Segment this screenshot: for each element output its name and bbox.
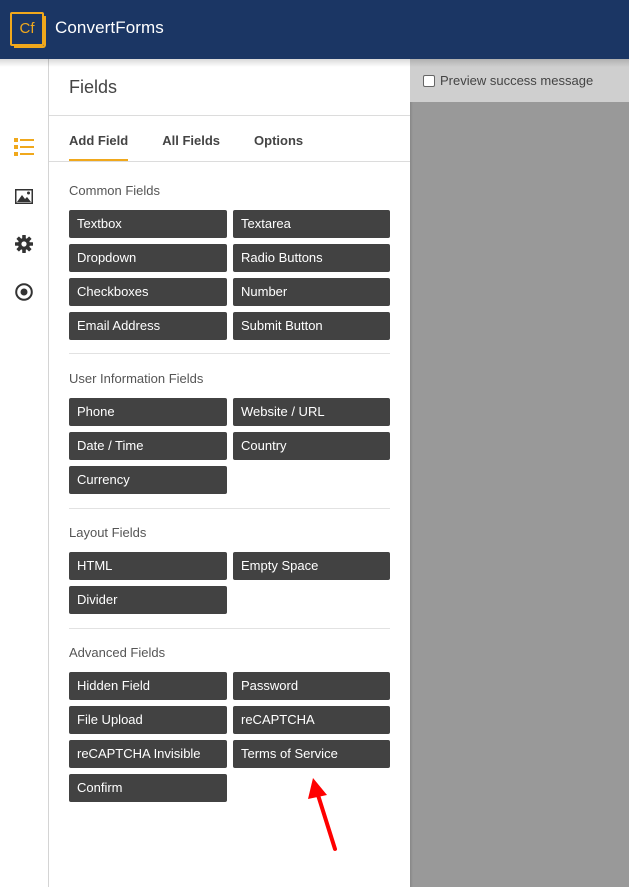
logo-text: Cf xyxy=(19,20,35,37)
add-confirm-button[interactable]: Confirm xyxy=(69,774,227,802)
image-icon[interactable] xyxy=(13,185,35,207)
target-icon[interactable] xyxy=(13,281,35,303)
brand-name: ConvertForms xyxy=(55,18,164,37)
preview-success-checkbox[interactable] xyxy=(423,75,435,87)
panel-title: Fields xyxy=(69,77,118,97)
top-bar: Cf ConvertForms xyxy=(0,0,629,59)
add-hidden-field-button[interactable]: Hidden Field xyxy=(69,672,227,700)
section-layout-fields: Layout Fields HTML Empty Space Divider xyxy=(69,525,390,614)
side-rail xyxy=(0,59,49,887)
section-common-fields: Common Fields Textbox Textarea Dropdown … xyxy=(69,183,390,340)
add-textarea-button[interactable]: Textarea xyxy=(233,210,390,238)
add-terms-of-service-button[interactable]: Terms of Service xyxy=(233,740,390,768)
divider xyxy=(49,161,410,162)
section-title: User Information Fields xyxy=(69,371,204,386)
panel-tabs: Add Field All Fields Options xyxy=(69,116,337,161)
annotation-arrow-icon xyxy=(308,778,337,851)
section-title: Advanced Fields xyxy=(69,645,166,660)
section-divider xyxy=(69,508,390,509)
section-user-information-fields: User Information Fields Phone Website / … xyxy=(69,371,390,494)
section-title: Layout Fields xyxy=(69,525,147,540)
preview-toolbar: Preview success message xyxy=(410,59,629,102)
add-recaptcha-invisible-button[interactable]: reCAPTCHA Invisible xyxy=(69,740,227,768)
add-currency-button[interactable]: Currency xyxy=(69,466,227,494)
section-divider xyxy=(69,353,390,354)
add-phone-button[interactable]: Phone xyxy=(69,398,227,426)
preview-success-label[interactable]: Preview success message xyxy=(440,73,593,88)
fields-panel: Fields Add Field All Fields Options Comm… xyxy=(49,59,410,887)
add-number-button[interactable]: Number xyxy=(233,278,390,306)
section-title: Common Fields xyxy=(69,183,161,198)
form-preview-area: Preview success message xyxy=(410,59,629,887)
add-divider-button[interactable]: Divider xyxy=(69,586,227,614)
tab-add-field[interactable]: Add Field xyxy=(69,116,129,161)
add-dropdown-button[interactable]: Dropdown xyxy=(69,244,227,272)
add-radio-buttons-button[interactable]: Radio Buttons xyxy=(233,244,390,272)
preview-edge-shadow xyxy=(410,102,413,887)
add-empty-space-button[interactable]: Empty Space xyxy=(233,552,390,580)
add-password-button[interactable]: Password xyxy=(233,672,390,700)
section-divider xyxy=(69,628,390,629)
tab-all-fields[interactable]: All Fields xyxy=(162,116,220,161)
add-checkboxes-button[interactable]: Checkboxes xyxy=(69,278,227,306)
add-recaptcha-button[interactable]: reCAPTCHA xyxy=(233,706,390,734)
add-country-button[interactable]: Country xyxy=(233,432,390,460)
logo-icon[interactable]: Cf xyxy=(10,12,46,48)
gear-icon[interactable] xyxy=(13,233,35,255)
add-file-upload-button[interactable]: File Upload xyxy=(69,706,227,734)
add-website-url-button[interactable]: Website / URL xyxy=(233,398,390,426)
tab-options[interactable]: Options xyxy=(254,116,303,161)
add-date-time-button[interactable]: Date / Time xyxy=(69,432,227,460)
add-submit-button-button[interactable]: Submit Button xyxy=(233,312,390,340)
add-textbox-button[interactable]: Textbox xyxy=(69,210,227,238)
add-html-button[interactable]: HTML xyxy=(69,552,227,580)
add-email-address-button[interactable]: Email Address xyxy=(69,312,227,340)
fields-list-icon[interactable] xyxy=(13,136,35,158)
